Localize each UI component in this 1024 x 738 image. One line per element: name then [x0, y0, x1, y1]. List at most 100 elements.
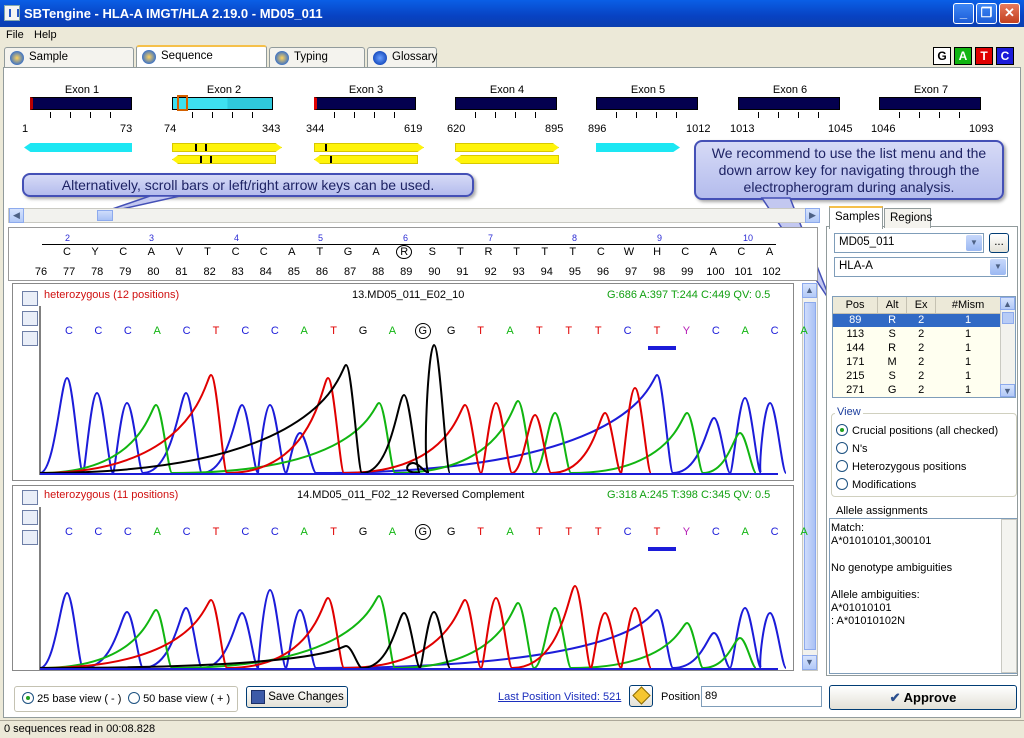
- trace-base: C: [123, 325, 132, 337]
- position-label: Position: [661, 691, 701, 703]
- trace-vertical-scrollbar[interactable]: ▲ ▼: [802, 283, 818, 671]
- scroll-up-button[interactable]: ▲: [802, 283, 817, 298]
- position-row[interactable]: 171 M 2 1: [833, 355, 1001, 369]
- trace-base: G: [414, 323, 431, 339]
- trace-base: T: [477, 325, 484, 337]
- trace-base: T: [536, 526, 543, 538]
- scroll-right-button[interactable]: ▶: [805, 208, 820, 223]
- trace-curve: [39, 373, 787, 475]
- position-cell: S: [888, 328, 896, 340]
- position-cell: M: [887, 356, 897, 368]
- trace-base: T: [653, 325, 661, 337]
- chevron-down-icon: ▼: [966, 235, 982, 251]
- position-row[interactable]: 271 G 2 1: [833, 383, 1001, 397]
- trace-base: A: [388, 325, 397, 337]
- trace-base: C: [182, 526, 191, 538]
- trace-base: T: [565, 325, 573, 337]
- tab-regions[interactable]: Regions: [884, 208, 932, 228]
- trace-base: C: [94, 526, 103, 538]
- position-row[interactable]: 144 R 2 1: [833, 341, 1001, 355]
- position-cell: 2: [906, 313, 936, 327]
- view-group-title: View: [835, 406, 863, 418]
- browse-button[interactable]: ...: [989, 233, 1009, 253]
- minimize-button[interactable]: _: [953, 3, 974, 24]
- trace-base: G: [446, 526, 456, 538]
- position-cell: 1: [965, 342, 972, 354]
- trace-base: A: [300, 526, 308, 538]
- list-scroll-thumb[interactable]: [1002, 312, 1014, 324]
- position-input[interactable]: 89: [701, 686, 822, 707]
- close-button[interactable]: ✕: [999, 3, 1020, 24]
- trace-base: A: [153, 325, 161, 337]
- view-option-radio[interactable]: N's: [836, 442, 868, 455]
- trace-base: T: [594, 325, 602, 337]
- view-option-radio[interactable]: Heterozygous positions: [836, 460, 966, 473]
- base-a-indicator: A: [954, 47, 972, 65]
- locus-select[interactable]: HLA-A ▼: [834, 257, 1008, 277]
- trace-base: C: [270, 526, 279, 538]
- checkmark-icon: ✔: [889, 690, 904, 705]
- exon-tick: [919, 112, 920, 118]
- scroll-down-button[interactable]: ▼: [802, 655, 817, 670]
- trace-base: Y: [682, 325, 691, 337]
- header-mism[interactable]: #Mism: [935, 297, 1001, 314]
- trace-base: C: [623, 526, 632, 538]
- trace-base: T: [565, 526, 573, 538]
- radio-unselected: [128, 692, 140, 704]
- position-cell: 271: [846, 384, 865, 396]
- trace-base: A: [741, 325, 749, 337]
- position-cell: 2: [918, 356, 925, 368]
- trace-base: C: [94, 325, 103, 337]
- position-row[interactable]: 89 R 2 1: [833, 313, 1001, 327]
- list-scroll-up[interactable]: ▲: [1000, 297, 1015, 310]
- maximize-button[interactable]: ❐: [976, 3, 997, 24]
- exon-bar[interactable]: [879, 97, 981, 110]
- allele-scrollbar[interactable]: [1001, 519, 1017, 673]
- view-option-label: Crucial positions (all checked): [852, 425, 999, 437]
- trace-base: T: [653, 526, 661, 538]
- position-list[interactable]: Pos Alt Ex #Mism 89 R 2 1 113 S 2 1 144 R 2 1 171 M 2 1…: [832, 296, 1016, 398]
- status-bar: 0 sequences read in 00:08.828: [0, 720, 1024, 738]
- sample-select[interactable]: MD05_011 ▼: [834, 233, 984, 253]
- header-alt[interactable]: Alt: [877, 297, 908, 314]
- trace-base: C: [65, 325, 73, 337]
- save-changes-button[interactable]: Save Changes: [246, 686, 348, 708]
- list-scrollbar[interactable]: ▲ ▼: [1000, 297, 1015, 397]
- trace-base: C: [241, 325, 250, 337]
- position-cell: 2: [918, 342, 925, 354]
- view-50-radio[interactable]: 50 base view ( + ): [128, 692, 230, 705]
- position-table: Pos Alt Ex #Mism 89 R 2 1 113 S 2 1 144 R 2 1 171 M 2 1…: [833, 297, 1001, 397]
- exon-tick: [959, 112, 960, 118]
- trace-scroll-thumb[interactable]: [804, 302, 816, 650]
- view-option-radio[interactable]: Modifications: [836, 478, 916, 491]
- position-cell: 1: [965, 384, 972, 396]
- view-25-radio[interactable]: 25 base view ( - ): [22, 692, 121, 705]
- view-option-label: Heterozygous positions: [852, 461, 967, 473]
- view-option-radio[interactable]: Crucial positions (all checked): [836, 424, 998, 437]
- position-row[interactable]: 113 S 2 1: [833, 327, 1001, 341]
- radio-selected: [836, 424, 848, 436]
- trace-base: T: [212, 526, 220, 538]
- header-ex[interactable]: Ex: [906, 297, 937, 314]
- last-position-link[interactable]: Last Position Visited: 521: [498, 691, 621, 703]
- trace-base: G: [358, 526, 368, 538]
- selected-position-marker: [648, 346, 676, 350]
- trace-base: T: [594, 526, 602, 538]
- goto-position-button[interactable]: [629, 685, 653, 707]
- trace-base: G: [414, 524, 431, 540]
- allele-line: Match:: [831, 522, 865, 534]
- position-row[interactable]: 215 S 2 1: [833, 369, 1001, 383]
- position-cell: 1: [965, 370, 972, 382]
- approve-button[interactable]: ✔ Approve: [829, 685, 1017, 710]
- exon-tick: [939, 112, 940, 118]
- selected-position-marker: [648, 547, 676, 551]
- header-pos[interactable]: Pos: [833, 297, 879, 314]
- trace-base: T: [330, 526, 337, 538]
- locus-value: HLA-A: [839, 260, 873, 272]
- allele-line: : A*01010102N: [831, 615, 906, 628]
- list-scroll-down[interactable]: ▼: [1000, 384, 1015, 397]
- exon-start: 1046: [871, 123, 896, 135]
- trace-base: A: [300, 325, 308, 337]
- trace-base: C: [623, 325, 632, 337]
- tab-samples[interactable]: Samples: [829, 206, 883, 229]
